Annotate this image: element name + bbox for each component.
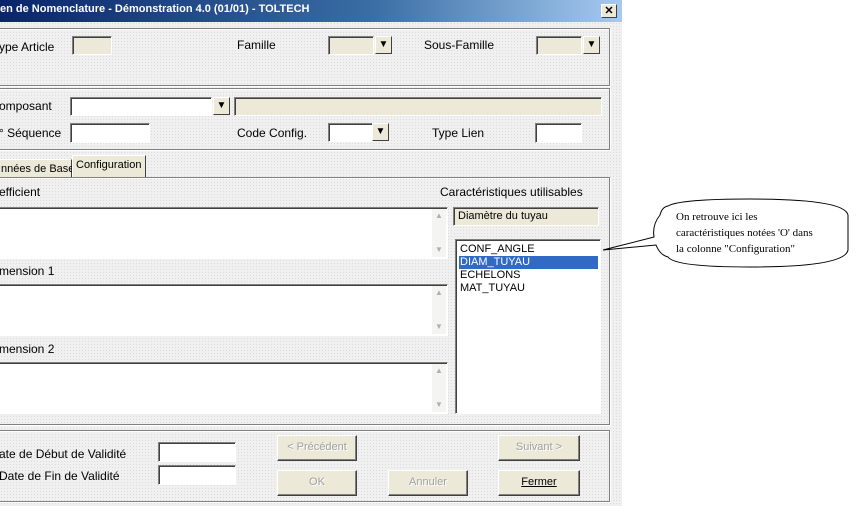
code-config-select[interactable] — [328, 123, 374, 142]
title-bar: en de Nomenclature - Démonstration 4.0 (… — [0, 0, 622, 22]
coefficient-textarea[interactable]: ▲ ▼ — [0, 207, 448, 259]
sequence-input[interactable] — [70, 123, 150, 143]
callout-line-1: On retrouve ici les — [676, 211, 758, 223]
ok-button[interactable]: OK — [277, 470, 357, 496]
sous-famille-dropdown-icon[interactable]: ▼ — [583, 36, 600, 54]
scroll-down-icon[interactable]: ▼ — [433, 399, 445, 411]
scroll-up-icon[interactable]: ▲ — [433, 287, 445, 299]
famille-dropdown-icon[interactable]: ▼ — [375, 36, 392, 54]
dimension2-textarea[interactable]: ▲ ▼ — [0, 362, 448, 414]
list-item[interactable]: MAT_TUYAU — [459, 282, 598, 295]
scroll-up-icon[interactable]: ▲ — [433, 210, 445, 222]
type-article-field[interactable] — [72, 36, 112, 55]
dimension1-label: mension 1 — [0, 264, 55, 278]
selected-characteristic-field: Diamètre du tuyau — [453, 207, 599, 226]
composant-select[interactable] — [70, 97, 212, 116]
famille-select[interactable] — [328, 36, 374, 55]
tab-donnees-de-base[interactable]: nnées de Base — [0, 159, 74, 178]
dimension2-scrollbar[interactable]: ▲ ▼ — [432, 364, 446, 412]
precedent-button[interactable]: < Précédent — [277, 435, 357, 461]
caracteristiques-label: Caractéristiques utilisables — [440, 185, 583, 199]
annuler-button[interactable]: Annuler — [388, 470, 468, 496]
window-title: en de Nomenclature - Démonstration 4.0 (… — [0, 3, 310, 15]
scroll-down-icon[interactable]: ▼ — [433, 244, 445, 256]
fin-validite-input[interactable] — [158, 465, 236, 485]
composant-label: omposant — [0, 99, 52, 113]
tab-configuration[interactable]: Configuration — [72, 155, 146, 178]
famille-label: Famille — [237, 38, 276, 52]
code-config-label: Code Config. — [237, 126, 308, 140]
application-window: en de Nomenclature - Démonstration 4.0 (… — [0, 0, 622, 506]
sequence-label: ° Séquence — [0, 126, 62, 140]
sous-famille-label: Sous-Famille — [424, 38, 495, 52]
close-icon[interactable]: ✕ — [601, 4, 617, 18]
suivant-button[interactable]: Suivant > — [498, 435, 580, 461]
list-item[interactable]: CONF_ANGLE — [459, 243, 598, 256]
list-item[interactable]: ECHELONS — [459, 269, 598, 282]
callout-line-2: caractéristiques notées 'O' dans — [676, 227, 813, 239]
composant-dropdown-icon[interactable]: ▼ — [213, 97, 230, 115]
debut-validite-label: ate de Début de Validité — [0, 447, 127, 461]
fermer-button[interactable]: Fermer — [498, 470, 580, 496]
form-body: ype Article Famille ▼ Sous-Famille ▼ omp… — [0, 22, 622, 506]
callout-line-3: la colonne "Configuration" — [676, 243, 795, 255]
characteristics-listbox[interactable]: CONF_ANGLE DIAM_TUYAU ECHELONS MAT_TUYAU — [455, 239, 601, 414]
scroll-down-icon[interactable]: ▼ — [433, 321, 445, 333]
dimension1-textarea[interactable]: ▲ ▼ — [0, 284, 448, 336]
coefficient-scrollbar[interactable]: ▲ ▼ — [432, 209, 446, 257]
dimension2-label: mension 2 — [0, 342, 55, 356]
fin-validite-label: Date de Fin de Validité — [0, 469, 120, 483]
composant-description-field — [234, 97, 602, 116]
scroll-up-icon[interactable]: ▲ — [433, 365, 445, 377]
type-lien-input[interactable] — [535, 123, 582, 143]
dimension1-scrollbar[interactable]: ▲ ▼ — [432, 286, 446, 334]
debut-validite-input[interactable] — [158, 442, 236, 462]
coefficient-label: efficient — [0, 185, 41, 199]
sous-famille-select[interactable] — [536, 36, 582, 55]
code-config-dropdown-icon[interactable]: ▼ — [372, 123, 389, 141]
type-article-label: ype Article — [0, 40, 55, 54]
type-lien-label: Type Lien — [432, 126, 485, 140]
list-item-selected[interactable]: DIAM_TUYAU — [459, 256, 598, 269]
